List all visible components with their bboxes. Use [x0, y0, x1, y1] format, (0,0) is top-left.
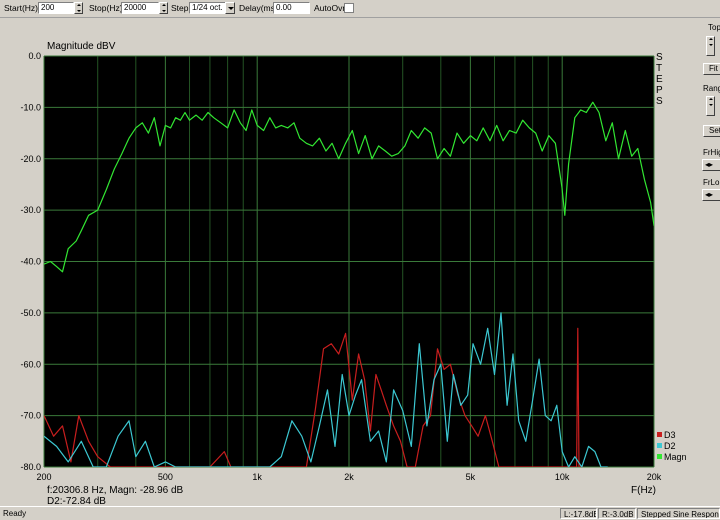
y-tick-label: -20.0 [20, 154, 41, 164]
stop-label: Stop(Hz) [89, 3, 123, 13]
status-ready: Ready [3, 509, 27, 518]
right-panel: Top Fit Rang Set FrHig ◂▸ FrLo ◂▸ [698, 18, 720, 505]
start-input[interactable]: 200 [38, 2, 74, 14]
side-label: STEPS [656, 52, 663, 107]
y-tick-label: -30.0 [20, 205, 41, 215]
y-tick-label: -70.0 [20, 411, 41, 421]
left-level: L:-17.8dB [560, 508, 597, 519]
stop-spinner[interactable] [159, 2, 168, 14]
step-select[interactable]: 1/24 oct. [189, 2, 227, 14]
side-label-letter: S [656, 96, 663, 107]
range-label: Rang [703, 84, 720, 93]
fit-button[interactable]: Fit [703, 63, 720, 75]
x-tick-label: 20k [647, 472, 662, 482]
x-tick-label: 200 [36, 472, 51, 482]
top-spinner[interactable] [706, 36, 715, 56]
frlow-arrows[interactable]: ◂▸ [702, 189, 720, 201]
range-spinner[interactable] [706, 96, 715, 116]
readout-line-2: D2:-72.84 dB [47, 496, 106, 505]
legend-label-magn: Magn [664, 452, 687, 462]
y-tick-label: -50.0 [20, 308, 41, 318]
delay-input[interactable]: 0.00 [273, 2, 310, 14]
y-tick-label: -10.0 [20, 102, 41, 112]
toolbar: Start(Hz) 200 Stop(Hz) 20000 Step 1/24 o… [0, 0, 720, 18]
x-tick-label: 10k [555, 472, 570, 482]
legend-label-d2: D2 [664, 441, 676, 451]
magnitude-chart[interactable]: 0.0 -10.0 -20.0 -30.0 -40.0 -50.0 -60.0 -70.0 -8… [0, 18, 693, 507]
y-tick-label: -40.0 [20, 257, 41, 267]
right-level: R:-3.0dB [598, 508, 636, 519]
x-axis-label: F(Hz) [631, 485, 656, 496]
x-tick-label: 1k [252, 472, 262, 482]
side-label-letter: S [656, 52, 663, 63]
start-label: Start(Hz) [4, 3, 38, 13]
x-tick-label: 5k [466, 472, 476, 482]
start-spinner[interactable] [74, 2, 83, 14]
readout-line-1: f:20306.8 Hz, Magn: -28.96 dB [47, 485, 184, 496]
frhigh-label: FrHig [703, 148, 720, 157]
legend-label-d3: D3 [664, 430, 676, 440]
set-button[interactable]: Set [703, 125, 720, 137]
status-mode: Stepped Sine Response [637, 508, 720, 519]
status-bar: Ready L:-17.8dB R:-3.0dB Stepped Sine Re… [0, 506, 720, 520]
frlow-label: FrLo [703, 178, 720, 187]
chart-title: Magnitude dBV [47, 41, 116, 52]
frhigh-arrows[interactable]: ◂▸ [702, 159, 720, 171]
y-tick-label: -80.0 [20, 462, 41, 472]
y-tick-label: -60.0 [20, 359, 41, 369]
y-tick-label: 0.0 [28, 51, 41, 61]
legend-swatch-magn [657, 454, 662, 459]
stop-input[interactable]: 20000 [121, 2, 159, 14]
plot-panel: 0.0 -10.0 -20.0 -30.0 -40.0 -50.0 -60.0 -70.0 -8… [0, 18, 693, 507]
top-label: Top [708, 23, 720, 32]
step-dropdown-icon[interactable] [225, 2, 235, 14]
step-label: Step [171, 3, 189, 13]
autoovr-label: AutoOvr [314, 3, 346, 13]
side-label-letter: T [656, 63, 662, 74]
legend-swatch-d3 [657, 432, 662, 437]
grid-lines [43, 55, 655, 468]
x-tick-label: 2k [344, 472, 354, 482]
side-label-letter: P [656, 85, 663, 96]
autoovr-checkbox[interactable] [344, 3, 354, 13]
legend-swatch-d2 [657, 443, 662, 448]
side-label-letter: E [656, 74, 663, 85]
x-tick-label: 500 [158, 472, 173, 482]
delay-label: Delay(ms) [239, 3, 278, 13]
